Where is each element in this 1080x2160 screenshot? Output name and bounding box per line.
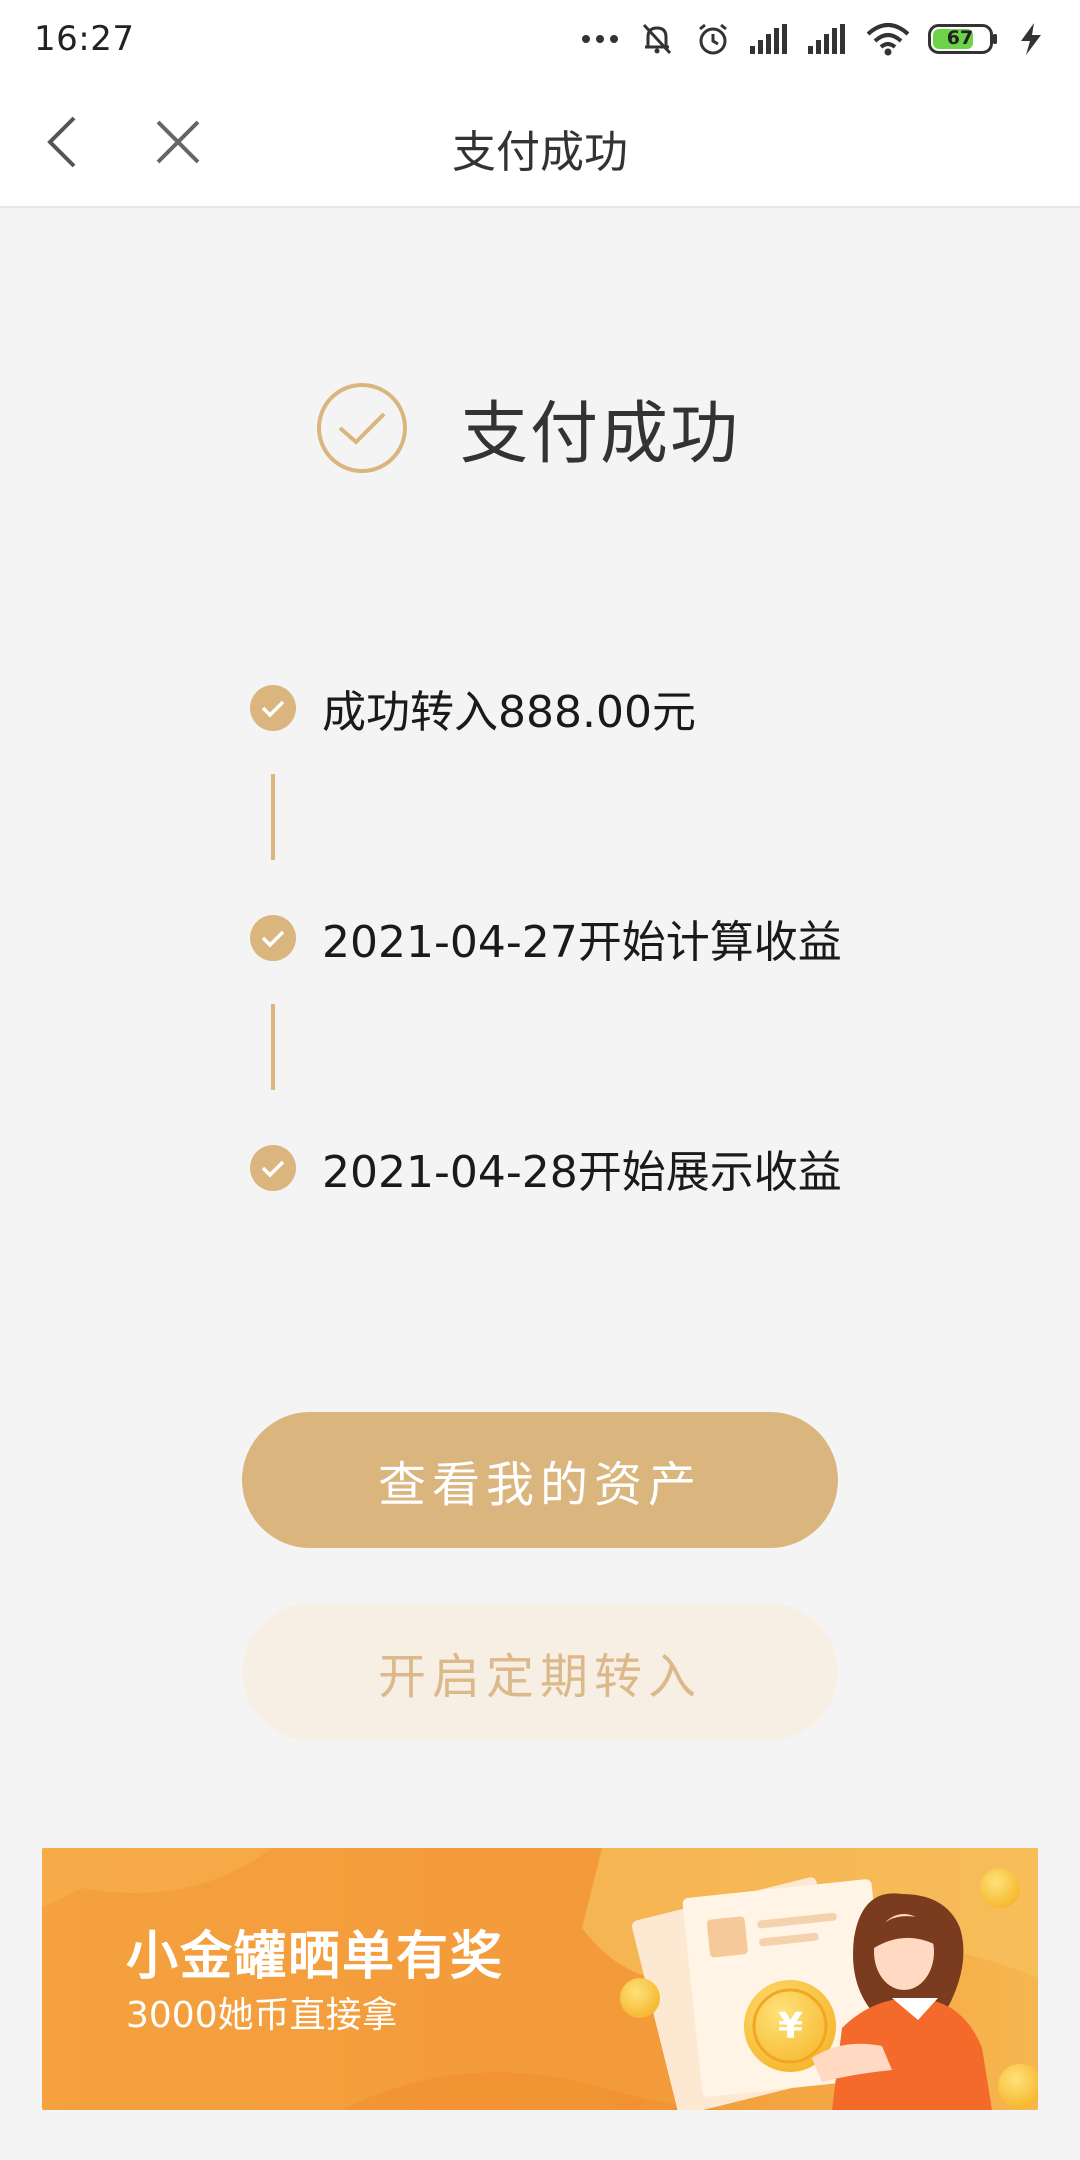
step-connector	[271, 1004, 275, 1090]
success-title: 支付成功	[460, 395, 741, 474]
check-circle-icon	[250, 915, 296, 961]
success-header: 支付成功	[316, 378, 740, 477]
step-item: 2021-04-28开始展示收益	[250, 1136, 842, 1200]
promo-banner[interactable]: ¥ 小金罐晒单有奖 3000她币直接拿	[42, 1848, 1038, 2110]
step-text: 2021-04-28开始展示收益	[322, 1147, 842, 1198]
step-text: 2021-04-27开始计算收益	[322, 917, 842, 968]
battery-indicator: 67	[928, 24, 998, 54]
step-item: 成功转入888.00元	[250, 676, 696, 740]
signal-icon-2	[808, 24, 845, 54]
check-circle-icon	[250, 1145, 296, 1191]
banner-title: 小金罐晒单有奖	[126, 1927, 505, 1987]
alarm-icon	[699, 23, 727, 55]
wifi-icon	[866, 23, 910, 56]
success-check-icon	[317, 382, 407, 473]
charging-icon	[1021, 23, 1041, 55]
battery-level: 67	[946, 27, 974, 49]
notifications-off-icon	[642, 23, 672, 55]
payment-success-page: 16:27 67 支付成功 支付成功 成功转入888.00元 2021-04-2…	[0, 0, 1080, 2160]
status-icons: 67	[580, 20, 1046, 58]
step-text: 成功转入888.00元	[322, 687, 696, 738]
step-item: 2021-04-27开始计算收益	[250, 906, 842, 970]
status-bar: 16:27 67	[0, 0, 1080, 78]
step-connector	[271, 774, 275, 860]
view-assets-button[interactable]: 查看我的资产	[242, 1412, 838, 1548]
banner-subtitle: 3000她币直接拿	[126, 1995, 398, 2036]
more-dots-icon	[582, 35, 618, 43]
status-time: 16:27	[34, 19, 135, 59]
check-circle-icon	[250, 685, 296, 731]
coin-symbol: ¥	[778, 2006, 804, 2047]
signal-icon	[750, 24, 787, 54]
auto-transfer-button[interactable]: 开启定期转入	[242, 1604, 838, 1740]
page-title: 支付成功	[452, 127, 628, 178]
nav-bar: 支付成功	[0, 78, 1080, 208]
